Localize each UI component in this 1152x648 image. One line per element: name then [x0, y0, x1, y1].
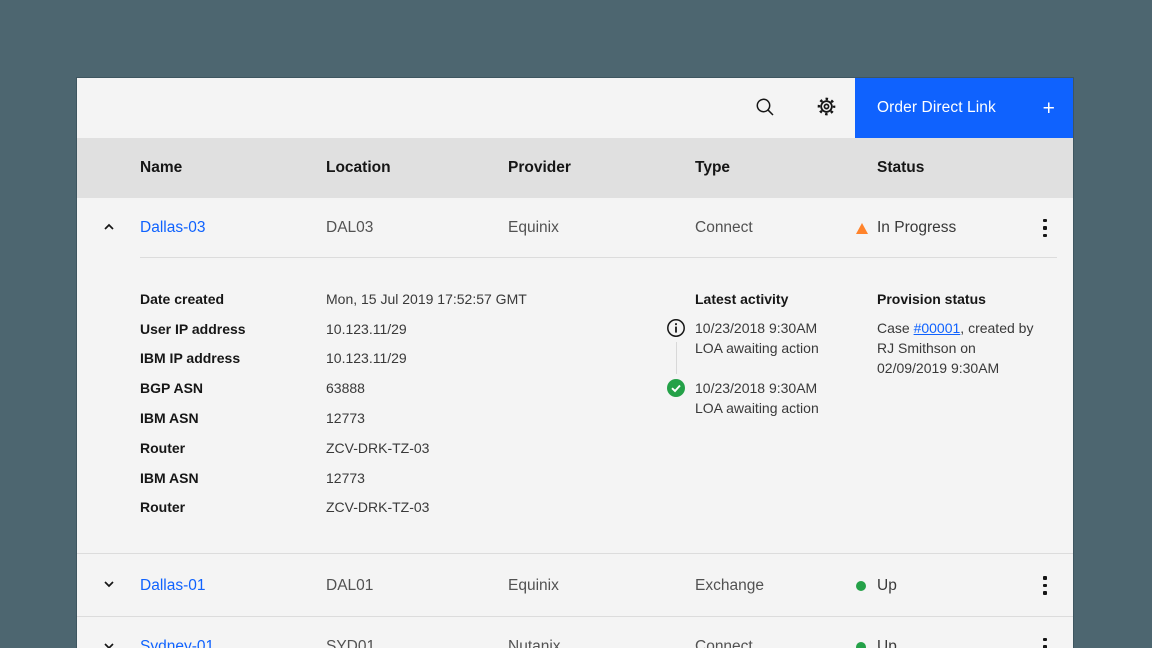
column-header-status[interactable]: Status [877, 159, 1017, 177]
field-label: Date created [140, 291, 326, 307]
row-status: Up [877, 638, 1017, 648]
status-label: In Progress [877, 219, 956, 237]
expand-row-button[interactable] [77, 554, 140, 617]
table-toolbar: Order Direct Link + [77, 78, 1073, 138]
row-type: Exchange [695, 577, 877, 595]
overflow-menu-icon [1043, 219, 1047, 238]
field-value: 10.123.11/29 [326, 350, 407, 366]
status-up-dot-icon [856, 581, 866, 591]
row-provider: Nutanix [508, 638, 695, 648]
overflow-menu-icon [1043, 638, 1047, 648]
detail-field: User IP address 10.123.11/29 [140, 314, 527, 344]
field-value: ZCV-DRK-TZ-03 [326, 499, 429, 515]
field-value: 12773 [326, 470, 365, 486]
row-location: SYD01 [326, 638, 508, 648]
field-label: Router [140, 499, 326, 515]
row-status: Up [877, 577, 1017, 595]
detail-field: IBM ASN 12773 [140, 403, 527, 433]
field-label: IBM IP address [140, 350, 326, 366]
row-type: Connect [695, 219, 877, 237]
overflow-menu-button[interactable] [1017, 556, 1073, 616]
search-icon [755, 97, 775, 120]
chevron-up-icon [101, 219, 117, 238]
column-header-type[interactable]: Type [695, 159, 877, 177]
field-value: 10.123.11/29 [326, 321, 407, 337]
overflow-menu-icon [1043, 576, 1047, 595]
row-location: DAL01 [326, 577, 508, 595]
order-direct-link-button[interactable]: Order Direct Link + [855, 78, 1073, 138]
status-up-dot-icon [856, 642, 866, 648]
add-icon: + [1043, 98, 1055, 119]
table-row: Dallas-01 DAL01 Equinix Exchange Up [77, 554, 1073, 617]
field-value: ZCV-DRK-TZ-03 [326, 440, 429, 456]
field-label: Router [140, 440, 326, 456]
column-header-name[interactable]: Name [140, 159, 326, 177]
row-provider: Equinix [508, 219, 695, 237]
field-label: BGP ASN [140, 380, 326, 396]
collapse-row-button[interactable] [77, 198, 140, 258]
column-header-provider[interactable]: Provider [508, 159, 695, 177]
detail-field: BGP ASN 63888 [140, 373, 527, 403]
direct-link-table-card: Order Direct Link + Name Location Provid… [77, 78, 1073, 648]
overflow-menu-button[interactable] [1017, 617, 1073, 648]
detail-field: Router ZCV-DRK-TZ-03 [140, 433, 527, 463]
status-label: Up [877, 577, 897, 595]
event-timestamp: 10/23/2018 9:30AM [695, 318, 819, 338]
event-timestamp: 10/23/2018 9:30AM [695, 378, 819, 398]
table-row: Dallas-03 DAL03 Equinix Connect In Progr… [77, 198, 1073, 258]
detail-field: IBM IP address 10.123.11/29 [140, 344, 527, 374]
row-type: Connect [695, 638, 877, 648]
row-status: In Progress [877, 219, 1017, 237]
overflow-menu-button[interactable] [1017, 198, 1073, 258]
gear-icon [816, 96, 837, 120]
detail-field: Date created Mon, 15 Jul 2019 17:52:57 G… [140, 284, 527, 314]
field-label: IBM ASN [140, 410, 326, 426]
field-value: 63888 [326, 380, 365, 396]
event-text: LOA awaiting action [695, 338, 819, 358]
chevron-down-icon [101, 638, 117, 648]
row-name-link[interactable]: Dallas-01 [140, 577, 205, 594]
table-row: Sydney-01 SYD01 Nutanix Connect Up [77, 617, 1073, 648]
order-direct-link-label: Order Direct Link [877, 99, 996, 117]
event-text: LOA awaiting action [695, 398, 819, 418]
info-icon [666, 318, 686, 338]
status-label: Up [877, 638, 897, 648]
field-label: User IP address [140, 321, 326, 337]
activity-event: 10/23/2018 9:30AM LOA awaiting action [666, 378, 916, 418]
row-name-link[interactable]: Sydney-01 [140, 638, 214, 648]
row-location: DAL03 [326, 219, 508, 237]
row-name-link[interactable]: Dallas-03 [140, 219, 205, 236]
field-value: Mon, 15 Jul 2019 17:52:57 GMT [326, 291, 527, 307]
field-value: 12773 [326, 410, 365, 426]
search-button[interactable] [741, 78, 789, 138]
column-header-location[interactable]: Location [326, 159, 508, 177]
field-label: IBM ASN [140, 470, 326, 486]
table-header-row: Name Location Provider Type Status [77, 138, 1073, 198]
expanded-row-detail: Date created Mon, 15 Jul 2019 17:52:57 G… [77, 258, 1073, 554]
detail-field: Router ZCV-DRK-TZ-03 [140, 493, 527, 523]
expand-row-button[interactable] [77, 617, 140, 648]
provision-status-column: Provision status Case #00001, created by… [877, 284, 1057, 378]
success-check-icon [666, 378, 686, 398]
chevron-down-icon [101, 576, 117, 595]
settings-button[interactable] [802, 78, 850, 138]
row-provider: Equinix [508, 577, 695, 595]
detail-field-list: Date created Mon, 15 Jul 2019 17:52:57 G… [140, 284, 527, 522]
provision-status-heading: Provision status [877, 284, 1057, 314]
detail-field: IBM ASN 12773 [140, 463, 527, 493]
warning-icon [856, 223, 868, 234]
case-prefix: Case [877, 320, 914, 336]
case-number-link[interactable]: #00001 [914, 320, 961, 336]
provision-status-body: Case #00001, created by RJ Smithson on 0… [877, 318, 1049, 378]
